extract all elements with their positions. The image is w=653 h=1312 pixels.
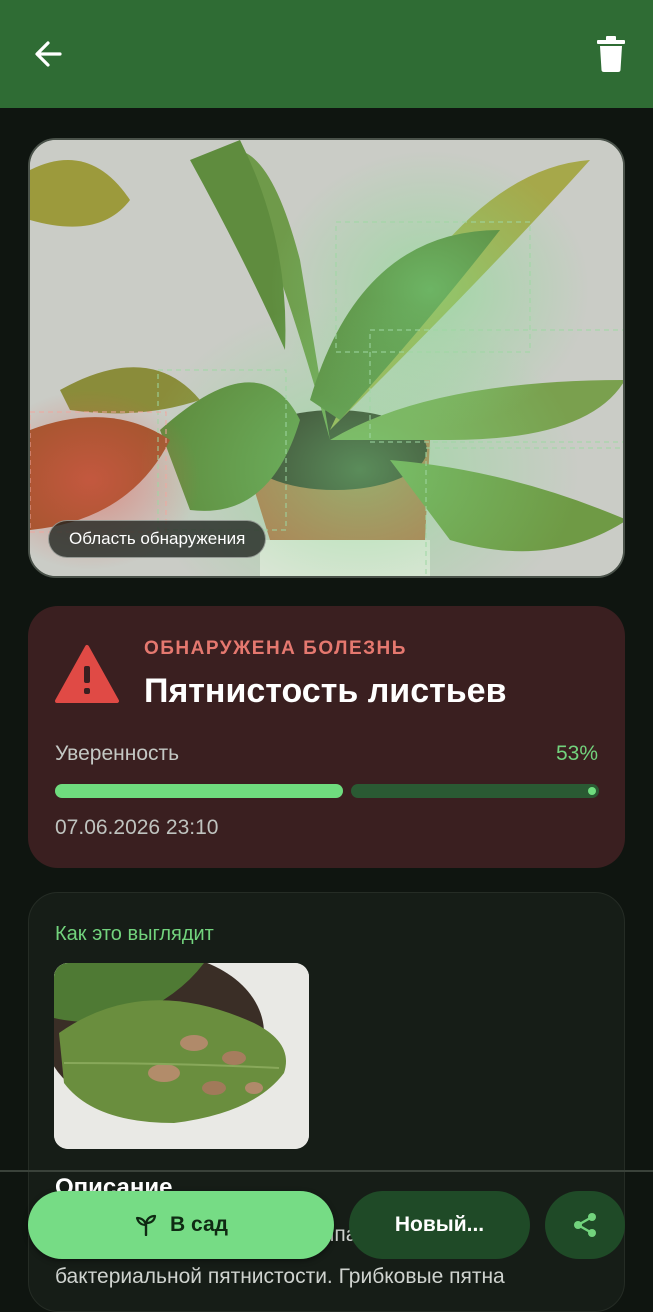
looks-like-heading: Как это выглядит [55,923,214,945]
add-to-garden-label: В сад [170,1213,228,1236]
share-button[interactable] [545,1191,625,1259]
new-scan-label: Новый... [394,1213,485,1236]
confidence-label: Уверенность [55,742,180,765]
disease-name: Пятнистость листьев [144,672,507,710]
arrow-left-icon[interactable] [30,36,66,72]
confidence-bar-end-dot [588,787,596,795]
new-scan-button[interactable]: Новый... [349,1191,530,1259]
top-app-bar [0,0,653,108]
detection-date: 07.06.2026 23:10 [55,816,219,839]
confidence-bar [55,784,599,798]
sprout-icon [135,1214,157,1236]
share-icon [574,1213,596,1237]
plant-photo-illustration [30,140,623,576]
confidence-bar-fill [55,784,343,798]
example-leaf-illustration [54,963,309,1149]
confidence-bar-remaining [351,784,599,798]
add-to-garden-button[interactable]: В сад [28,1191,334,1259]
plant-photo [28,138,625,578]
detection-area-chip[interactable]: Область обнаружения [48,520,267,558]
disease-detected-label: ОБНАРУЖЕНА БОЛЕЗНЬ [144,638,407,659]
trash-icon[interactable] [596,36,626,72]
example-image[interactable] [54,963,309,1149]
confidence-value: 53% [555,742,598,765]
warning-triangle-icon [55,645,119,703]
